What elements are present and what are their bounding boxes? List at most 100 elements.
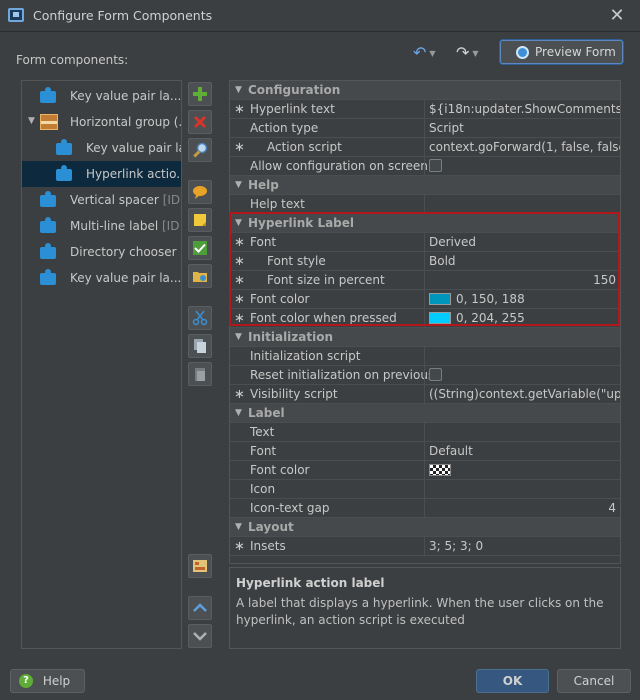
property-row[interactable]: Font color (230, 461, 620, 480)
category-row[interactable]: ▼ Help (230, 176, 620, 195)
component-tree[interactable]: Key value pair la... ▼ Horizontal group … (21, 80, 182, 649)
collapse-triangle-icon[interactable]: ▼ (235, 180, 242, 190)
property-value-cell[interactable] (424, 195, 620, 213)
ok-label: OK (502, 674, 523, 688)
category-row[interactable]: ▼ Label (230, 404, 620, 423)
tree-item[interactable]: ▼ Horizontal group (... (22, 109, 181, 135)
property-value-cell[interactable]: 3; 5; 3; 0 (424, 537, 620, 555)
collapse-triangle-icon[interactable]: ▼ (235, 85, 242, 95)
property-value-cell[interactable]: 4 (424, 499, 620, 517)
property-value-cell[interactable] (424, 461, 620, 479)
collapse-triangle-icon[interactable]: ▼ (235, 218, 242, 228)
tree-item[interactable]: Multi-line label [ID (22, 213, 181, 239)
tree-item[interactable]: Directory chooser [ (22, 239, 181, 265)
delete-component-button[interactable] (188, 110, 212, 134)
folder-button[interactable] (188, 264, 212, 288)
property-row[interactable]: ∗ Insets 3; 5; 3; 0 (230, 537, 620, 556)
add-component-button[interactable] (188, 82, 212, 106)
property-value-cell[interactable] (424, 480, 620, 498)
property-value-cell[interactable]: Bold (424, 252, 620, 270)
property-row[interactable]: Text (230, 423, 620, 442)
property-row[interactable]: ∗ Action script context.goForward(1, fal… (230, 138, 620, 157)
property-value-cell[interactable] (424, 347, 620, 365)
title-bar: Configure Form Components ✕ (0, 0, 640, 32)
close-icon[interactable]: ✕ (606, 5, 628, 27)
property-row[interactable]: Icon-text gap 4 (230, 499, 620, 518)
ok-button[interactable]: OK (476, 669, 549, 693)
property-value-cell[interactable]: Default (424, 442, 620, 460)
property-value-cell[interactable]: context.goForward(1, false, false); (424, 138, 620, 156)
property-name: Text (250, 425, 275, 439)
category-label: Hyperlink Label (248, 216, 355, 230)
property-value: Script (429, 121, 464, 135)
move-down-button[interactable] (188, 624, 212, 648)
collapse-triangle-icon[interactable]: ▼ (235, 408, 242, 418)
property-value-cell[interactable] (424, 423, 620, 441)
property-value-cell[interactable]: ${i18n:updater.ShowComments} (424, 100, 620, 118)
property-row[interactable]: ∗ Font color 0, 150, 188 (230, 290, 620, 309)
validate-button[interactable] (188, 236, 212, 260)
tree-item-selected[interactable]: Hyperlink actio... (22, 161, 181, 187)
property-value-cell[interactable]: Derived (424, 233, 620, 251)
property-value-cell[interactable]: ((String)context.getVariable("update (424, 385, 620, 403)
tree-item[interactable]: Vertical spacer [ID (22, 187, 181, 213)
property-row[interactable]: Reset initialization on previous (230, 366, 620, 385)
description-panel: Hyperlink action label A label that disp… (229, 567, 621, 649)
property-value-cell[interactable]: 150 (424, 271, 620, 289)
color-swatch[interactable] (429, 293, 451, 305)
property-row[interactable]: ∗ Font style Bold (230, 252, 620, 271)
category-row[interactable]: ▼ Layout (230, 518, 620, 537)
checkbox[interactable] (429, 159, 442, 172)
property-value-cell[interactable]: 0, 204, 255 (424, 309, 620, 327)
collapse-triangle-icon[interactable]: ▼ (235, 332, 242, 342)
property-value: ${i18n:updater.ShowComments} (429, 102, 620, 116)
transparent-color-swatch[interactable] (429, 464, 451, 476)
undo-button[interactable]: ↶ ▼ (413, 42, 436, 64)
comment-button[interactable] (188, 180, 212, 204)
find-component-button[interactable] (188, 138, 212, 162)
collapse-triangle-icon[interactable]: ▼ (235, 522, 242, 532)
property-value: 150 (593, 273, 616, 287)
property-value: ((String)context.getVariable("update (429, 387, 620, 401)
property-row[interactable]: ∗ Visibility script ((String)context.get… (230, 385, 620, 404)
preview-form-button[interactable]: Preview Form (500, 40, 623, 64)
collapse-triangle-icon[interactable]: ▼ (28, 116, 35, 126)
property-row[interactable]: ∗ Font size in percent 150 (230, 271, 620, 290)
category-row[interactable]: ▼ Initialization (230, 328, 620, 347)
cancel-button[interactable]: Cancel (557, 669, 631, 693)
property-row[interactable]: ∗ Hyperlink text ${i18n:updater.ShowComm… (230, 100, 620, 119)
description-body: A label that displays a hyperlink. When … (236, 596, 604, 627)
tree-item[interactable]: Key value pair la... (22, 265, 181, 291)
property-value: Default (429, 444, 473, 458)
property-value-cell[interactable]: Script (424, 119, 620, 137)
required-star-icon: ∗ (234, 273, 245, 288)
category-row[interactable]: ▼ Hyperlink Label (230, 214, 620, 233)
paste-button[interactable] (188, 362, 212, 386)
property-row[interactable]: Font Default (230, 442, 620, 461)
property-row[interactable]: ∗ Font color when pressed 0, 204, 255 (230, 309, 620, 328)
category-row[interactable]: ▼ Configuration (230, 81, 620, 100)
property-value-cell[interactable] (424, 157, 620, 175)
category-label: Initialization (248, 330, 334, 344)
tree-item[interactable]: Key value pair la... (22, 135, 181, 161)
note-button[interactable] (188, 208, 212, 232)
form-layout-button[interactable] (188, 554, 212, 578)
copy-button[interactable] (188, 334, 212, 358)
tree-item-label: Hyperlink actio... (86, 167, 181, 181)
help-button[interactable]: ? Help (10, 669, 85, 693)
property-row[interactable]: Help text (230, 195, 620, 214)
tree-item[interactable]: Key value pair la... (22, 83, 181, 109)
property-row[interactable]: Icon (230, 480, 620, 499)
property-value-cell[interactable]: 0, 150, 188 (424, 290, 620, 308)
checkbox[interactable] (429, 368, 442, 381)
cut-button[interactable] (188, 306, 212, 330)
property-value-cell[interactable] (424, 366, 620, 384)
redo-button[interactable]: ↷ ▼ (456, 42, 479, 64)
property-row[interactable]: Allow configuration on screen (230, 157, 620, 176)
properties-table[interactable]: ▼ Configuration ∗ Hyperlink text ${i18n:… (229, 80, 621, 564)
move-up-button[interactable] (188, 596, 212, 620)
color-swatch[interactable] (429, 312, 451, 324)
property-row[interactable]: Action type Script (230, 119, 620, 138)
property-row[interactable]: ∗ Font Derived (230, 233, 620, 252)
property-row[interactable]: Initialization script (230, 347, 620, 366)
